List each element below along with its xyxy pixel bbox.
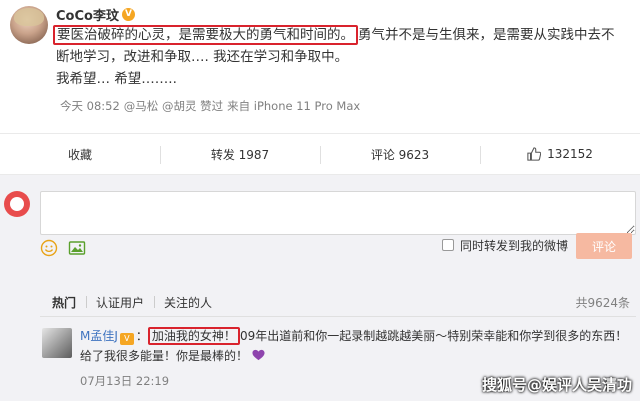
tab-verified[interactable]: 认证用户 — [86, 294, 154, 311]
highlighted-quote: 要医治破碎的心灵，是需要极大的勇气和时间的。 — [53, 25, 358, 45]
author-row: CoCo李玟 V — [56, 4, 135, 24]
post-text-line3: 我希望… 希望…….. — [56, 71, 177, 87]
comment-section: 同时转发到我的微博 评论 热门 认证用户 关注的人 共9624条 M孟佳J V：加… — [0, 175, 640, 401]
image-icon[interactable] — [68, 239, 86, 257]
repost-label: 转发 1987 — [210, 147, 270, 162]
submit-comment-button[interactable]: 评论 — [576, 233, 632, 259]
author-avatar[interactable] — [10, 6, 48, 44]
comment-highlight: 加油我的女神！ — [147, 327, 240, 345]
comment-button[interactable]: 评论 9623 — [320, 134, 480, 174]
tab-hot[interactable]: 热门 — [40, 294, 86, 311]
vip-badge-icon: V — [119, 333, 134, 345]
comment-time: 07月13日 22:19 — [80, 374, 170, 388]
comment-input[interactable] — [40, 191, 636, 235]
repost-checkbox-label[interactable]: 同时转发到我的微博 — [460, 237, 568, 254]
liked-by[interactable]: @马松 @胡灵 赞过 — [124, 98, 223, 114]
collect-label: 收藏 — [67, 147, 92, 162]
comment-tabs: 热门 认证用户 关注的人 共9624条 — [40, 289, 636, 317]
my-avatar[interactable] — [4, 191, 30, 217]
purple-heart-icon — [252, 349, 265, 361]
post-text: 要医治破碎的心灵，是需要极大的勇气和时间的。 勇气并不是与生俱来，是需要从实践中去… — [53, 24, 636, 90]
action-bar: 收藏 转发 1987 评论 9623 132152 — [0, 133, 640, 175]
post-text-line1: 勇气并不是与生俱来，是需要从实践中去不 — [358, 27, 615, 43]
post-time[interactable]: 今天 08:52 — [60, 98, 120, 114]
like-button[interactable]: 132152 — [480, 134, 640, 174]
watermark-text: 搜狐号@娱评人吴清功 — [481, 376, 632, 394]
comment-count: 共9624条 — [575, 296, 630, 310]
repost-checkbox[interactable] — [442, 239, 454, 251]
post-text-line2: 断地学习，改进和争取…. 我还在学习和争取中。 — [56, 49, 349, 65]
thumbs-up-icon — [527, 147, 542, 161]
comment-label: 评论 9623 — [370, 147, 430, 162]
post-meta: 今天 08:52 @马松 @胡灵 赞过 来自 iPhone 11 Pro Max — [60, 98, 360, 114]
like-count: 132152 — [547, 147, 593, 161]
commenter-name[interactable]: M孟佳J — [80, 329, 118, 343]
comment-colon: ： — [135, 329, 148, 343]
verified-badge-icon: V — [121, 7, 135, 21]
repost-button[interactable]: 转发 1987 — [160, 134, 320, 174]
collect-button[interactable]: 收藏 — [0, 134, 160, 174]
emoji-icon[interactable] — [40, 239, 58, 257]
author-name[interactable]: CoCo李玟 — [56, 5, 119, 24]
post-source: 来自 iPhone 11 Pro Max — [227, 99, 361, 113]
tab-following[interactable]: 关注的人 — [154, 294, 222, 311]
comment-item: M孟佳J V：加油我的女神！ 09年出道前和你一起录制越跳越美丽～特别荣幸能和你学到… — [80, 326, 636, 366]
commenter-avatar[interactable] — [42, 328, 72, 358]
